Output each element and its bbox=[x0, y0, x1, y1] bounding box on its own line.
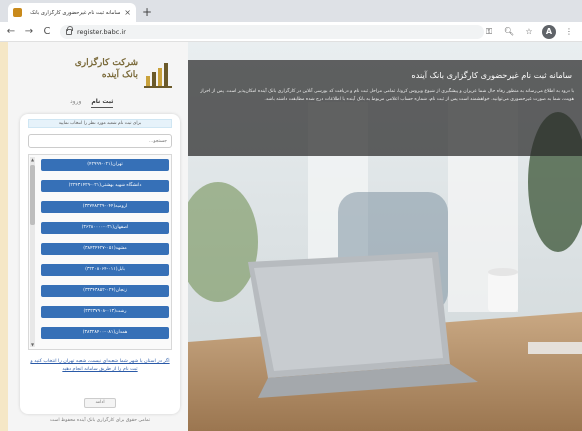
list-scrollbar[interactable]: ▲ ▼ bbox=[30, 157, 35, 347]
menu-dots-icon[interactable]: ⋮ bbox=[562, 25, 576, 39]
branch-option[interactable]: بابل(۰۱۱-۳۲۲۰۸۰۶۴) bbox=[41, 264, 169, 276]
zoom-icon[interactable]: 🔍︎ bbox=[502, 25, 516, 39]
branch-option[interactable]: همدان(۰۸۱-۳۸۳۲۸۴۰۰) bbox=[41, 327, 169, 339]
select-branch-notice: برای ثبت نام شعبه مورد نظر را انتخاب نما… bbox=[28, 119, 172, 128]
scroll-down-icon[interactable]: ▼ bbox=[30, 342, 35, 347]
branch-search-input[interactable] bbox=[28, 134, 172, 148]
branch-option[interactable]: دانشگاه شهید بهشتی(۰۲۱-۲۲۴۳۱۴۲۹) bbox=[41, 180, 169, 192]
branch-option[interactable]: تهران(۰۲۱-۴۲۹۹۹) bbox=[41, 159, 169, 171]
help-link[interactable]: اگر در استان یا شهر شما شعبه‌ای نیست، شع… bbox=[28, 358, 172, 374]
site-favicon-icon bbox=[13, 8, 22, 17]
branch-select-card: برای ثبت نام شعبه مورد نظر را انتخاب نما… bbox=[20, 114, 180, 414]
bookmark-star-icon[interactable]: ☆ bbox=[522, 25, 536, 39]
hero-overlay: سامانه ثبت نام غیرحضوری کارگزاری بانک آی… bbox=[188, 60, 582, 156]
back-arrow-icon[interactable]: ← bbox=[4, 25, 18, 39]
new-tab-button[interactable]: + bbox=[140, 5, 154, 19]
bar-chart-logo-icon bbox=[144, 63, 172, 88]
forward-arrow-icon[interactable]: → bbox=[22, 25, 36, 39]
key-icon[interactable]: ⚿ bbox=[482, 25, 496, 39]
browser-tab[interactable]: سامانه ثبت نام غیرحضوری کارگزاری بانک × bbox=[8, 3, 136, 22]
branch-list[interactable]: ▲ ▼ تهران(۰۲۱-۴۲۹۹۹) دانشگاه شهید بهشتی(… bbox=[28, 154, 172, 350]
browser-toolbar: ← → C register.babc.ir ⚿ 🔍︎ ☆ A ⋮ bbox=[0, 22, 582, 42]
url-text: register.babc.ir bbox=[77, 28, 126, 36]
tab-register[interactable]: ثبت نام bbox=[91, 98, 114, 108]
tab-title: سامانه ثبت نام غیرحضوری کارگزاری بانک bbox=[30, 9, 121, 16]
address-bar[interactable]: register.babc.ir bbox=[60, 25, 484, 39]
reload-icon[interactable]: C bbox=[40, 25, 54, 39]
profile-avatar[interactable]: A bbox=[542, 25, 556, 39]
brand-name-line1: شرکت کارگزاری bbox=[74, 58, 138, 68]
tab-login[interactable]: ورود bbox=[70, 98, 81, 108]
hero-title: سامانه ثبت نام غیرحضوری کارگزاری بانک آی… bbox=[411, 70, 572, 80]
browser-tabstrip: سامانه ثبت نام غیرحضوری کارگزاری بانک × … bbox=[0, 0, 582, 22]
scroll-up-icon[interactable]: ▲ bbox=[30, 157, 35, 162]
branch-option[interactable]: مشهد(۰۵۱-۳۸۴۳۴۴۲۷) bbox=[41, 243, 169, 255]
copyright-footer: تمامی حقوق برای کارگزاری بانک آینده محفو… bbox=[49, 418, 151, 423]
brand-name-line2: بانک آینده bbox=[101, 70, 138, 80]
continue-button[interactable]: ادامه bbox=[84, 398, 116, 408]
hero-description: با درود به اطلاع می‌رساند به منظور رفاه … bbox=[200, 89, 574, 102]
branch-option[interactable]: اصفهان(۰۳۱-۳۶۲۸۰۰۰۰) bbox=[41, 222, 169, 234]
registration-panel: شرکت کارگزاری بانک آینده ثبت نام ورود بر… bbox=[8, 42, 188, 431]
hero-section: سامانه ثبت نام غیرحضوری کارگزاری بانک آی… bbox=[188, 42, 582, 431]
scroll-thumb[interactable] bbox=[30, 165, 35, 225]
brand-logo: شرکت کارگزاری بانک آینده bbox=[20, 54, 180, 94]
lock-icon bbox=[66, 26, 73, 35]
branch-option[interactable]: زنجان(۰۲۴-۳۳۳۴۳۸۵۲) bbox=[41, 285, 169, 297]
auth-tabs: ثبت نام ورود bbox=[70, 98, 114, 108]
close-icon[interactable]: × bbox=[124, 8, 131, 17]
branch-option[interactable]: ارومیه(۰۴۴-۳۳۷۴۸۲۳۹) bbox=[41, 201, 169, 213]
branch-option[interactable]: رشت(۰۱۳-۳۳۲۳۷۹۰۸) bbox=[41, 306, 169, 318]
